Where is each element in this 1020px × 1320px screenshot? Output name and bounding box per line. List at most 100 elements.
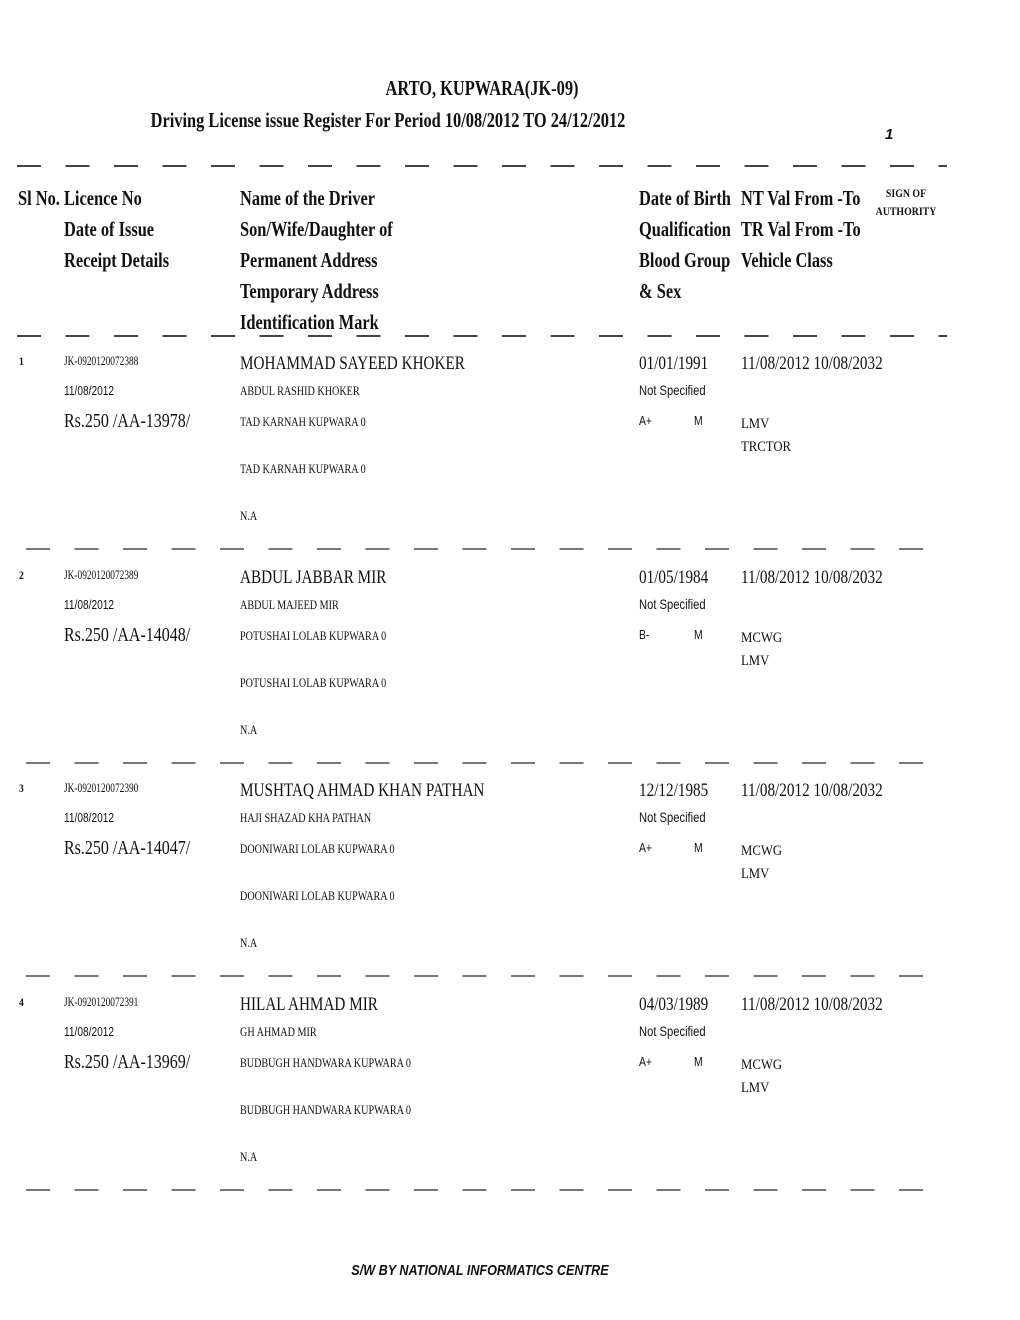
column-header-driver: Name of the Driver Son/Wife/Daughter of … [240,183,393,338]
col-header-line: Blood Group [639,248,731,272]
date-of-issue: 11/08/2012 [64,1023,115,1039]
identification-mark: N.A [240,935,258,950]
qualification: Not Specified [639,382,706,398]
sex: M [694,413,703,428]
page-number: 1 [885,126,894,143]
vehicle-class: LMV [741,866,770,882]
col-header-line: Identification Mark [240,310,379,334]
licence-no: JK-0920120072391 [64,993,139,1009]
column-header-dob: Date of Birth Qualification Blood Group … [639,183,731,307]
receipt-details: Rs.250 /AA-14048/ [64,623,191,646]
date-of-birth: 04/03/1989 [639,993,709,1015]
sex: M [694,626,703,642]
temporary-address: DOONIWARI LOLAB KUPWARA 0 [240,888,395,903]
sl-no: 4 [19,994,24,1009]
relation-name: HAJI SHAZAD KHA PATHAN [240,810,372,825]
relation-name: ABDUL MAJEED MIR [240,596,339,612]
blood-group: A+ [639,413,653,428]
identification-mark: N.A [240,508,258,523]
licence-no: JK-0920120072388 [64,353,139,368]
column-header-sign-authority: SIGN OF AUTHORITY [873,184,939,220]
driver-name: MUSHTAQ AHMAD KHAN PATHAN [240,780,485,801]
vehicle-classes: LMV TRCTOR [741,413,791,459]
nt-validity: 11/08/2012 10/08/2032 [741,993,883,1015]
sl-no: 1 [19,354,24,368]
office-title: ARTO, KUPWARA(JK-09) [385,76,579,100]
col-header-line: SIGN OF [885,186,927,200]
record-separator [26,548,944,550]
col-header-line: Permanent Address [240,248,378,272]
col-header-line: Son/Wife/Daughter of [240,217,393,241]
col-header-line: Temporary Address [240,279,379,303]
permanent-address: POTUSHAI LOLAB KUPWARA 0 [240,627,387,643]
col-header-line: Vehicle Class [741,248,833,272]
vehicle-classes: MCWG LMV [741,840,782,886]
receipt-details: Rs.250 /AA-14047/ [64,837,191,859]
column-header-licence: Licence No Date of Issue Receipt Details [64,183,169,276]
date-of-issue: 11/08/2012 [64,596,115,612]
temporary-address: TAD KARNAH KUPWARA 0 [240,461,366,476]
vehicle-classes: MCWG LMV [741,627,782,673]
record-separator [26,761,944,764]
col-header-line: TR Val From -To [741,217,861,241]
col-header-line: NT Val From -To [741,186,861,210]
identification-mark: N.A [240,721,258,737]
driver-name: HILAL AHMAD MIR [240,993,378,1015]
header-top-rule [17,165,947,167]
licence-no: JK-0920120072389 [64,566,139,582]
vehicle-class: MCWG [741,1056,783,1073]
col-header-line: Sl No. [18,186,60,210]
relation-name: GH AHMAD MIR [240,1023,317,1039]
blood-group: A+ [639,1053,653,1069]
vehicle-class: LMV [741,652,770,669]
permanent-address: TAD KARNAH KUPWARA 0 [240,414,366,429]
col-header-line: Name of the Driver [240,186,376,210]
report-title: Driving License issue Register For Perio… [150,108,626,132]
temporary-address: POTUSHAI LOLAB KUPWARA 0 [240,674,387,690]
qualification: Not Specified [639,809,706,825]
column-header-sl-no: Sl No. [18,183,60,214]
nt-validity: 11/08/2012 10/08/2032 [741,353,883,374]
vehicle-classes: MCWG LMV [741,1054,782,1100]
sl-no: 3 [19,781,24,795]
vehicle-class: LMV [741,416,770,432]
vehicle-class: LMV [741,1079,770,1096]
permanent-address: BUDBUGH HANDWARA KUPWARA 0 [240,1054,411,1070]
record-separator [26,975,944,977]
date-of-birth: 01/01/1991 [639,353,709,374]
column-header-validity: NT Val From -To TR Val From -To Vehicle … [741,183,861,276]
footer-credit: S/W BY NATIONAL INFORMATICS CENTRE [351,1262,609,1279]
qualification: Not Specified [639,595,706,612]
record-separator [26,1188,944,1191]
qualification: Not Specified [639,1022,706,1039]
receipt-details: Rs.250 /AA-13978/ [64,410,191,432]
sex: M [694,840,703,855]
header-bottom-rule [17,335,947,337]
col-header-line: & Sex [639,279,682,303]
licence-no: JK-0920120072390 [64,780,139,795]
nt-validity: 11/08/2012 10/08/2032 [741,566,883,588]
sl-no: 2 [19,567,24,582]
nt-validity: 11/08/2012 10/08/2032 [741,780,883,801]
driver-name: ABDUL JABBAR MIR [240,566,387,588]
vehicle-class: MCWG [741,843,783,859]
col-header-line: AUTHORITY [875,204,937,218]
receipt-details: Rs.250 /AA-13969/ [64,1050,191,1073]
vehicle-class: TRCTOR [741,439,792,455]
relation-name: ABDUL RASHID KHOKER [240,383,360,398]
col-header-line: Licence No [64,186,142,210]
identification-mark: N.A [240,1148,258,1164]
col-header-line: Date of Birth [639,186,731,210]
vehicle-class: MCWG [741,629,783,646]
temporary-address: BUDBUGH HANDWARA KUPWARA 0 [240,1101,411,1117]
col-header-line: Date of Issue [64,217,155,241]
date-of-issue: 11/08/2012 [64,383,115,398]
col-header-line: Qualification [639,217,731,241]
sex: M [694,1053,703,1069]
date-of-birth: 12/12/1985 [639,780,709,801]
date-of-birth: 01/05/1984 [639,566,709,588]
permanent-address: DOONIWARI LOLAB KUPWARA 0 [240,841,395,856]
driver-name: MOHAMMAD SAYEED KHOKER [240,353,465,374]
blood-group: A+ [639,840,653,855]
date-of-issue: 11/08/2012 [64,810,115,825]
